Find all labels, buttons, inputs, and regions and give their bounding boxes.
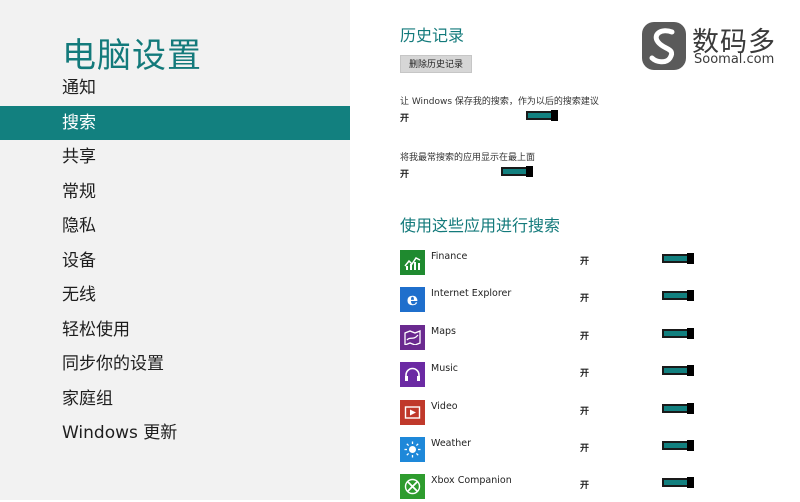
app-row-maps: Maps 开 bbox=[400, 325, 700, 353]
app-row-xbox-companion: Xbox Companion 开 bbox=[400, 474, 700, 502]
app-row-music: Music 开 bbox=[400, 362, 700, 390]
xbox-companion-toggle[interactable] bbox=[662, 477, 694, 488]
settings-title: 电脑设置 bbox=[62, 36, 202, 76]
toggle-thumb bbox=[687, 403, 694, 414]
toggle-thumb bbox=[687, 440, 694, 451]
music-icon bbox=[400, 362, 425, 387]
finance-icon bbox=[400, 250, 425, 275]
app-name: Xbox Companion bbox=[431, 475, 512, 486]
app-row-weather: Weather 开 bbox=[400, 437, 700, 465]
maps-icon bbox=[400, 325, 425, 350]
app-name: Finance bbox=[431, 251, 468, 262]
video-toggle[interactable] bbox=[662, 403, 694, 414]
app-name: Weather bbox=[431, 438, 471, 449]
app-name: Internet Explorer bbox=[431, 288, 512, 299]
app-row-video: Video 开 bbox=[400, 400, 700, 428]
nav-item-ease-of-access[interactable]: 轻松使用 bbox=[0, 313, 350, 348]
nav-item-wireless[interactable]: 无线 bbox=[0, 278, 350, 313]
music-toggle[interactable] bbox=[662, 365, 694, 376]
internet-explorer-toggle[interactable] bbox=[662, 290, 694, 301]
history-heading: 历史记录 bbox=[400, 26, 465, 45]
nav-item-devices[interactable]: 设备 bbox=[0, 244, 350, 279]
nav-item-search[interactable]: 搜索 bbox=[0, 105, 350, 140]
frequent-apps-label: 将我最常搜索的应用显示在最上面 bbox=[400, 153, 536, 163]
search-apps-heading: 使用这些应用进行搜索 bbox=[400, 216, 561, 235]
toggle-thumb bbox=[551, 110, 558, 121]
app-state: 开 bbox=[580, 444, 590, 454]
weather-icon bbox=[400, 437, 425, 462]
search-settings-panel: 历史记录 删除历史记录 让 Windows 保存我的搜索，作为以后的搜索建议 开… bbox=[400, 0, 800, 500]
frequent-apps-state: 开 bbox=[400, 170, 410, 180]
app-state: 开 bbox=[580, 407, 590, 417]
app-state: 开 bbox=[580, 332, 590, 342]
nav-item-windows-update[interactable]: Windows 更新 bbox=[0, 416, 350, 451]
toggle-thumb bbox=[687, 290, 694, 301]
nav-item-share[interactable]: 共享 bbox=[0, 140, 350, 175]
app-state: 开 bbox=[580, 369, 590, 379]
delete-history-button[interactable]: 删除历史记录 bbox=[400, 55, 472, 73]
nav-item-homegroup[interactable]: 家庭组 bbox=[0, 382, 350, 417]
app-name: Maps bbox=[431, 326, 456, 337]
toggle-thumb bbox=[687, 253, 694, 264]
soomal-logo-icon bbox=[642, 22, 686, 70]
toggle-thumb bbox=[687, 477, 694, 488]
nav-item-general[interactable]: 常规 bbox=[0, 175, 350, 210]
finance-toggle[interactable] bbox=[662, 253, 694, 264]
internet-explorer-icon: e bbox=[400, 287, 425, 312]
watermark: 数码多 Soomal.com bbox=[640, 20, 780, 72]
frequent-apps-toggle[interactable] bbox=[501, 166, 533, 177]
app-state: 开 bbox=[580, 257, 590, 267]
xbox-companion-icon bbox=[400, 474, 425, 499]
save-searches-toggle[interactable] bbox=[526, 110, 558, 121]
save-searches-state: 开 bbox=[400, 114, 410, 124]
video-icon bbox=[400, 400, 425, 425]
app-name: Music bbox=[431, 363, 459, 374]
settings-sidebar: 电脑设置 通知 搜索 共享 常规 隐私 设备 无线 轻松使用 同步你的设置 家庭… bbox=[0, 0, 350, 500]
toggle-thumb bbox=[687, 328, 694, 339]
toggle-thumb bbox=[687, 365, 694, 376]
app-state: 开 bbox=[580, 481, 590, 491]
settings-nav: 通知 搜索 共享 常规 隐私 设备 无线 轻松使用 同步你的设置 家庭组 Win… bbox=[0, 71, 350, 451]
app-row-internet-explorer: e Internet Explorer 开 bbox=[400, 287, 700, 315]
nav-item-notifications[interactable]: 通知 bbox=[0, 71, 350, 106]
app-row-finance: Finance 开 bbox=[400, 250, 700, 278]
watermark-url: Soomal.com bbox=[694, 52, 775, 67]
nav-item-privacy[interactable]: 隐私 bbox=[0, 209, 350, 244]
save-searches-label: 让 Windows 保存我的搜索，作为以后的搜索建议 bbox=[400, 97, 599, 107]
app-state: 开 bbox=[580, 294, 590, 304]
maps-toggle[interactable] bbox=[662, 328, 694, 339]
toggle-thumb bbox=[526, 166, 533, 177]
weather-toggle[interactable] bbox=[662, 440, 694, 451]
app-name: Video bbox=[431, 401, 458, 412]
nav-item-sync-settings[interactable]: 同步你的设置 bbox=[0, 347, 350, 382]
